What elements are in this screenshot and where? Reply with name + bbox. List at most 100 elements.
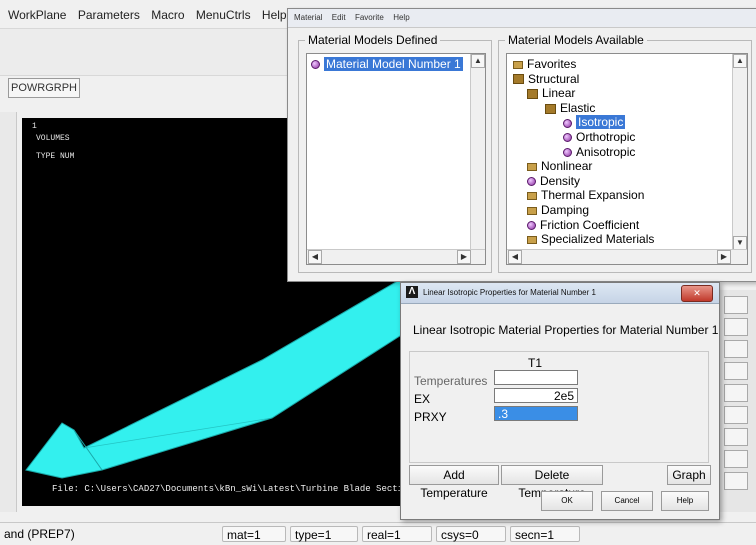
tree-item-nonlinear[interactable]: Nonlinear — [527, 159, 592, 174]
properties-table: T1 Temperatures EX 2e5 PRXY .3 — [409, 351, 709, 463]
folder-icon — [513, 60, 523, 69]
ansys-logo-icon: Λ — [406, 286, 418, 298]
view-button-2[interactable] — [724, 318, 748, 336]
tree-item-favorites[interactable]: Favorites — [513, 57, 576, 72]
ex-input[interactable]: 2e5 — [494, 388, 578, 403]
status-csys: csys=0 — [436, 526, 506, 542]
tree-item-density[interactable]: Density — [527, 174, 580, 189]
tree-item-elastic[interactable]: Elastic — [545, 101, 595, 116]
status-type: type=1 — [290, 526, 358, 542]
menu-favorite[interactable]: Favorite — [355, 13, 384, 22]
view-button-9[interactable] — [724, 472, 748, 490]
graphics-left-strip — [0, 112, 17, 512]
tree-item-label: Density — [540, 173, 581, 188]
folder-icon — [527, 192, 537, 201]
tree-item-label: Friction Coefficient — [540, 217, 640, 232]
prxy-label: PRXY — [414, 410, 447, 424]
folder-open-icon — [527, 89, 538, 100]
scroll-up-icon[interactable]: ▲ — [471, 54, 485, 68]
menu-macro[interactable]: Macro — [151, 8, 184, 22]
scroll-left-icon[interactable]: ◀ — [508, 250, 522, 264]
scroll-up-icon[interactable]: ▲ — [733, 54, 747, 68]
dialog-titlebar[interactable]: Λ Linear Isotropic Properties for Materi… — [401, 283, 719, 304]
view-button-4[interactable] — [724, 362, 748, 380]
folder-open-icon — [513, 74, 524, 85]
view-button-5[interactable] — [724, 384, 748, 402]
available-tree[interactable]: Favorites Structural Linear Elastic Isotropi… — [506, 53, 748, 265]
scroll-down-icon[interactable]: ▼ — [733, 236, 747, 250]
tree-item-specialized-materials[interactable]: Specialized Materials — [527, 232, 654, 247]
menu-workplane[interactable]: WorkPlane — [8, 8, 66, 22]
tree-item-anisotropic[interactable]: Anisotropic — [563, 145, 635, 160]
ex-label: EX — [414, 392, 431, 406]
defined-title: Material Models Defined — [308, 33, 438, 47]
available-vscroll[interactable]: ▲ ▼ — [732, 54, 747, 250]
linear-isotropic-dialog: Λ Linear Isotropic Properties for Materi… — [400, 282, 720, 520]
cancel-button[interactable]: Cancel — [601, 491, 653, 511]
toolbar-area — [0, 28, 290, 76]
material-icon — [311, 60, 320, 70]
menu-help-material[interactable]: Help — [393, 13, 409, 22]
graph-button[interactable]: Graph — [667, 465, 711, 485]
tree-item-isotropic[interactable]: Isotropic — [563, 115, 626, 130]
tree-item-label: Thermal Expansion — [541, 188, 645, 203]
tree-item-structural[interactable]: Structural — [513, 72, 579, 87]
powrgrph-button[interactable]: POWRGRPH — [8, 78, 80, 98]
tree-item-friction-coefficient[interactable]: Friction Coefficient — [527, 218, 639, 233]
status-command: and (PREP7) — [4, 527, 75, 541]
tree-item-label: Nonlinear — [541, 159, 593, 174]
material-models-window: Material Edit Favorite Help Material Mod… — [287, 8, 756, 282]
material-icon — [527, 220, 536, 230]
defined-hscroll[interactable]: ◀ ▶ — [307, 249, 485, 264]
view-button-7[interactable] — [724, 428, 748, 446]
status-secn: secn=1 — [510, 526, 580, 542]
prxy-input[interactable]: .3 — [494, 406, 578, 421]
folder-icon — [527, 206, 537, 215]
scroll-right-icon[interactable]: ▶ — [457, 250, 471, 264]
add-temperature-button[interactable]: Add Temperature — [409, 465, 499, 500]
delete-temperature-button[interactable]: Delete Temperature — [501, 465, 603, 500]
view-button-1[interactable] — [724, 296, 748, 314]
menu-menuctrls[interactable]: MenuCtrls — [196, 8, 251, 22]
ok-button[interactable]: OK — [541, 491, 593, 511]
tree-item-linear[interactable]: Linear — [527, 86, 575, 101]
tree-item-label: Damping — [541, 203, 590, 217]
scroll-right-icon[interactable]: ▶ — [717, 250, 731, 264]
menu-edit[interactable]: Edit — [332, 13, 346, 22]
tree-item-damping[interactable]: Damping — [527, 203, 589, 218]
available-hscroll[interactable]: ◀ ▶ — [507, 249, 747, 264]
material-menubar: Material Edit Favorite Help — [288, 9, 756, 28]
defined-vscroll[interactable]: ▲ — [470, 54, 485, 250]
tree-item-label: Anisotropic — [576, 144, 636, 159]
available-title: Material Models Available — [508, 33, 644, 47]
defined-item[interactable]: Material Model Number 1 — [311, 57, 463, 72]
dialog-heading: Linear Isotropic Material Properties for… — [413, 323, 719, 337]
view-button-8[interactable] — [724, 450, 748, 468]
tree-item-label: Structural — [528, 71, 580, 86]
menu-help[interactable]: Help — [262, 8, 287, 22]
folder-icon — [527, 163, 537, 172]
view-button-3[interactable] — [724, 340, 748, 358]
menu-material[interactable]: Material — [294, 13, 322, 22]
material-icon — [527, 177, 536, 187]
temperatures-label: Temperatures — [414, 374, 488, 388]
material-icon — [563, 133, 572, 143]
temperatures-input[interactable] — [494, 370, 578, 385]
status-mat: mat=1 — [222, 526, 286, 542]
tree-item-thermal-expansion[interactable]: Thermal Expansion — [527, 188, 644, 203]
tree-item-label: Linear — [542, 86, 576, 101]
defined-listbox[interactable]: Material Model Number 1 ▲ ◀ ▶ — [306, 53, 486, 265]
menu-parameters[interactable]: Parameters — [78, 8, 140, 22]
view-button-6[interactable] — [724, 406, 748, 424]
file-path-label: File: C:\Users\CAD27\Documents\kBn_sWi\L… — [52, 484, 414, 494]
close-icon[interactable]: ✕ — [681, 285, 713, 302]
column-header-t1: T1 — [528, 356, 543, 370]
scroll-left-icon[interactable]: ◀ — [308, 250, 322, 264]
tree-item-orthotropic[interactable]: Orthotropic — [563, 130, 635, 145]
tree-item-label: Elastic — [560, 100, 596, 115]
material-icon — [563, 147, 572, 157]
tree-item-label: Isotropic — [576, 115, 626, 130]
folder-open-icon — [545, 103, 556, 114]
dialog-title: Linear Isotropic Properties for Material… — [423, 288, 596, 297]
help-button[interactable]: Help — [661, 491, 709, 511]
